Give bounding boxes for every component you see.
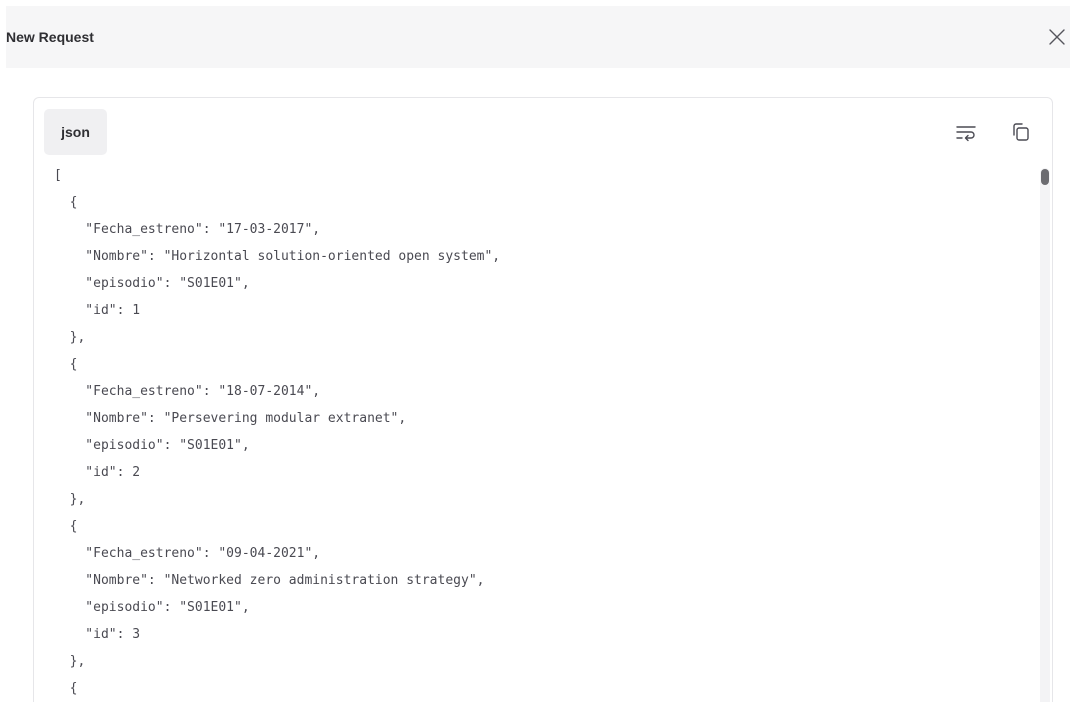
code-line: { <box>54 357 78 372</box>
scrollbar-thumb[interactable] <box>1041 169 1049 185</box>
code-line: "Fecha_estreno": "09-04-2021", <box>54 546 321 561</box>
copy-button[interactable] <box>1010 122 1032 142</box>
wrap-text-button[interactable] <box>955 122 977 142</box>
code-line: "id": 1 <box>54 303 141 318</box>
language-badge: json <box>44 109 107 155</box>
copy-icon <box>1013 123 1029 141</box>
code-line: }, <box>54 654 86 669</box>
vertical-scrollbar[interactable] <box>1040 168 1050 702</box>
code-line: "Fecha_estreno": "17-03-2017", <box>54 222 321 237</box>
dialog-title: New Request <box>6 29 94 45</box>
code-line: "Nombre": "Networked zero administration… <box>54 573 485 588</box>
code-line: "Nombre": "Persevering modular extranet"… <box>54 411 407 426</box>
code-line: }, <box>54 330 86 345</box>
code-line: "id": 3 <box>54 627 141 642</box>
code-line: "id": 2 <box>54 465 141 480</box>
code-line: "episodio": "S01E01", <box>54 600 250 615</box>
wrap-text-icon <box>956 126 976 142</box>
close-icon <box>1049 29 1065 45</box>
new-request-dialog: New Request json [ { "Fecha_estreno": "1… <box>0 0 1070 702</box>
code-line: "episodio": "S01E01", <box>54 438 250 453</box>
code-line: }, <box>54 492 86 507</box>
code-content[interactable]: [ { "Fecha_estreno": "17-03-2017", "Nomb… <box>34 164 1042 702</box>
dialog-header: New Request <box>6 6 1070 68</box>
code-line: { <box>54 681 78 696</box>
code-line: "episodio": "S01E01", <box>54 276 250 291</box>
code-line: { <box>54 519 78 534</box>
code-line: [ <box>54 168 62 183</box>
code-line: "Fecha_estreno": "18-07-2014", <box>54 384 321 399</box>
close-button[interactable] <box>1044 24 1070 50</box>
code-block: json [ { "Fecha_estreno": "17-03-2017", … <box>33 97 1053 702</box>
code-line: { <box>54 195 78 210</box>
code-line: "Nombre": "Horizontal solution-oriented … <box>54 249 501 264</box>
